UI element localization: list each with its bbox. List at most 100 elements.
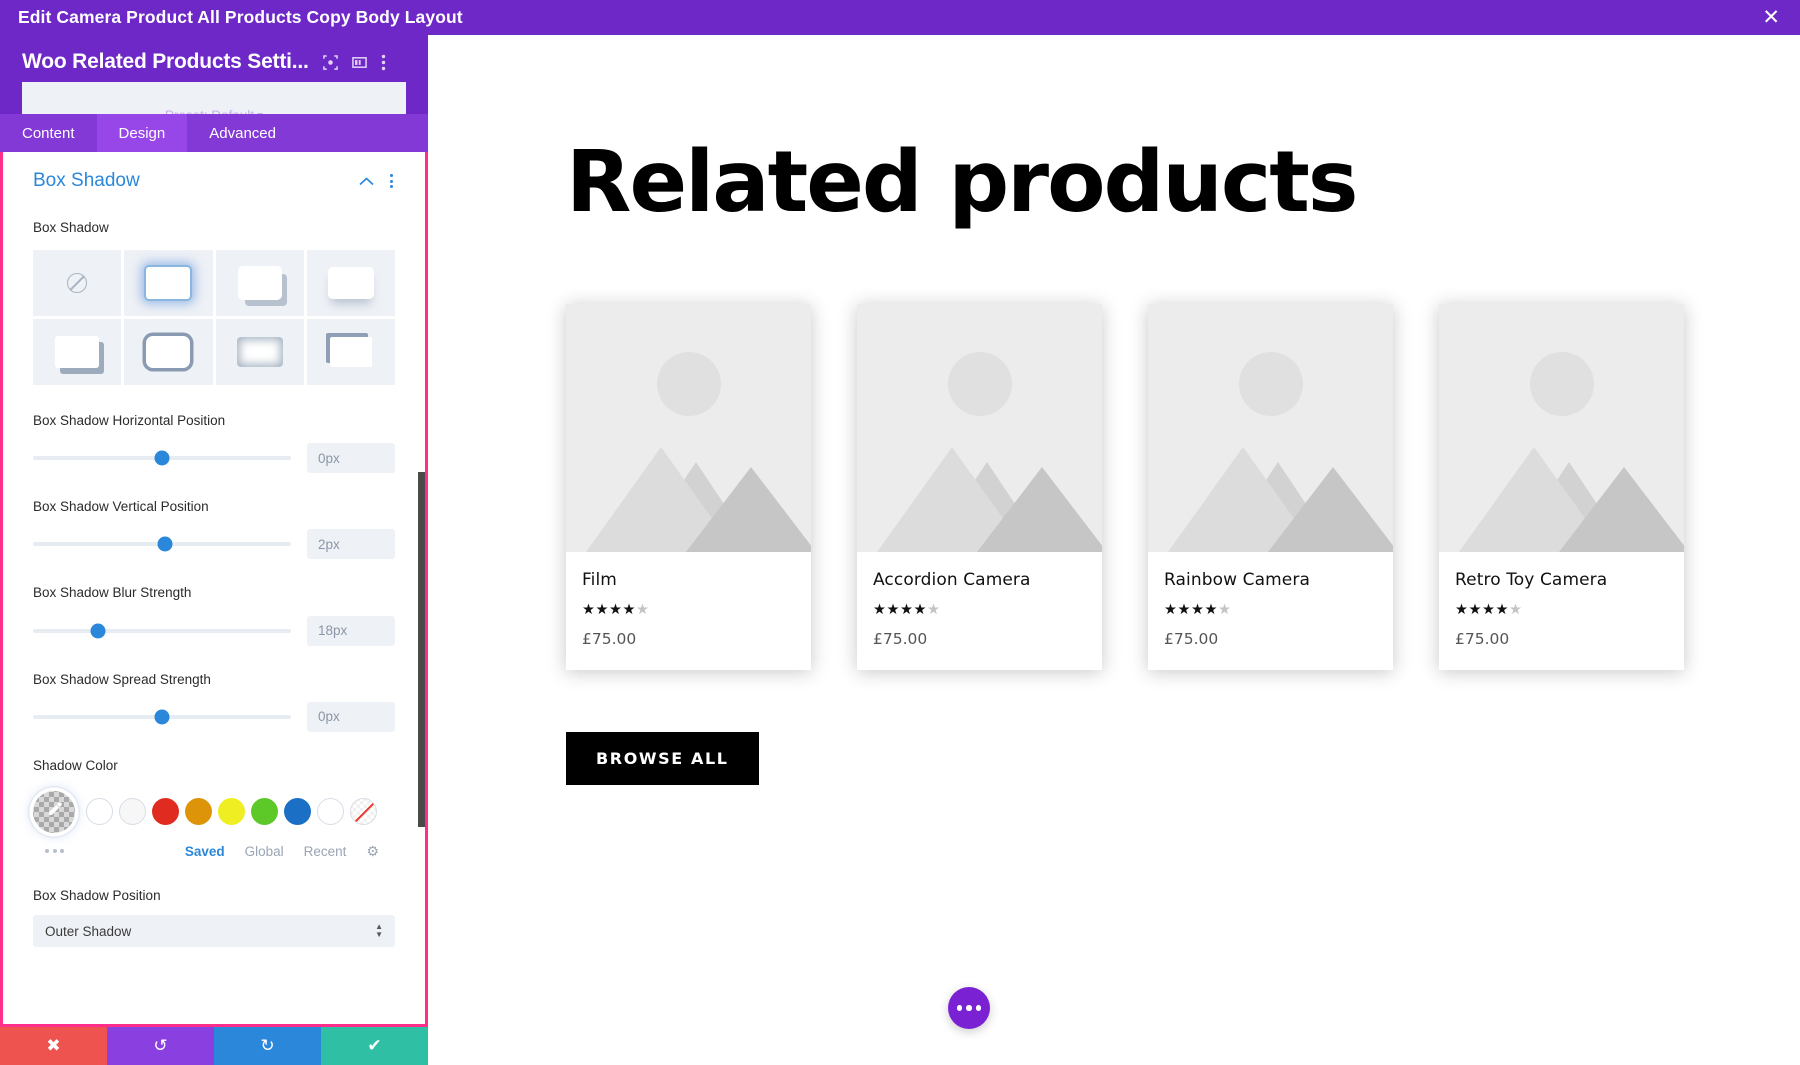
product-thumbnail [1148,304,1393,552]
floating-more-button[interactable] [948,987,990,1029]
panel-scrollbar[interactable] [418,472,425,827]
product-rating: ★★★★★ [582,602,650,618]
swatch-blue[interactable] [284,798,311,826]
product-rating: ★★★★★ [1164,602,1232,618]
slider-knob[interactable] [154,450,170,466]
tab-advanced[interactable]: Advanced [187,114,298,152]
box-shadow-preset-grid [33,250,395,386]
slider-track[interactable] [33,709,291,725]
undo-button[interactable]: ↺ [107,1027,214,1065]
preset-bottom-soft[interactable] [306,250,395,317]
slider-knob[interactable] [157,536,173,552]
page-preview: Related products Film ★★★★★ £75.00 Accor… [428,35,1800,1065]
value-horizontal-position[interactable]: 0px [307,443,395,474]
product-thumbnail [857,304,1102,552]
product-card[interactable]: Rainbow Camera ★★★★★ £75.00 [1148,304,1393,670]
preset-bottom-right-hard[interactable] [215,250,304,317]
panel-action-bar: ✖ ↺ ↻ ✔ [0,1027,428,1065]
slider-label-blur: Box Shadow Blur Strength [33,585,192,601]
swatch-none[interactable] [350,798,377,826]
slider-track[interactable] [33,450,291,466]
slider-blur-strength[interactable]: 18px [33,615,395,646]
layout-columns-icon[interactable] [351,55,367,70]
chevron-up-icon[interactable] [359,173,374,190]
select-arrows-icon: ▲ ▼ [375,922,383,940]
panel-tabs: Content Design Advanced [0,114,428,152]
product-card[interactable]: Accordion Camera ★★★★★ £75.00 [857,304,1102,670]
preset-outline-ring[interactable] [124,319,213,386]
shadow-color-swatches [33,790,395,833]
focus-icon[interactable] [322,54,338,70]
box-shadow-label: Box Shadow [33,220,109,235]
preset-top-left-edge[interactable] [306,319,395,386]
shadow-color-label: Shadow Color [33,757,118,773]
preset-offset-bottom-right[interactable] [33,319,122,386]
more-dots-icon[interactable] [45,848,64,853]
product-price: £75.00 [1455,630,1510,648]
color-tab-recent[interactable]: Recent [304,844,347,859]
panel-title: Woo Related Products Setti... [22,50,309,73]
product-card[interactable]: Film ★★★★★ £75.00 [566,304,811,670]
swatch-green[interactable] [251,798,278,826]
window-title: Edit Camera Product All Products Copy Bo… [18,7,463,27]
box-shadow-position-label: Box Shadow Position [33,887,161,903]
kebab-menu-icon[interactable] [388,172,395,190]
slider-label-vertical: Box Shadow Vertical Position [33,499,209,515]
browse-all-button[interactable]: BROWSE ALL [566,732,759,785]
product-grid: Film ★★★★★ £75.00 Accordion Camera ★★★★★… [566,304,1800,670]
redo-button[interactable]: ↻ [214,1027,321,1065]
preset-glow[interactable] [124,250,213,317]
panel-body: Box Shadow Box Shadow Box Shadow Horizon… [0,152,428,1027]
close-icon[interactable]: ✕ [1760,7,1782,28]
swatch-red[interactable] [152,798,179,826]
value-spread-strength[interactable]: 0px [307,701,395,732]
product-name: Film [582,570,617,590]
slider-spread-strength[interactable]: 0px [33,701,395,732]
eyedropper-icon [44,799,64,824]
product-price: £75.00 [873,630,928,648]
product-card[interactable]: Retro Toy Camera ★★★★★ £75.00 [1439,304,1684,670]
slider-horizontal-position[interactable]: 0px [33,443,395,474]
value-vertical-position[interactable]: 2px [307,529,395,560]
eyedropper-swatch[interactable] [33,790,75,833]
settings-panel: Woo Related Products Setti... Content De… [0,35,428,1065]
product-rating: ★★★★★ [1455,602,1523,618]
product-price: £75.00 [582,630,637,648]
settings-scroll-area: Box Shadow Box Shadow Box Shadow Horizon… [3,152,425,1024]
preset-inner-blur[interactable] [215,319,304,386]
product-name: Rainbow Camera [1164,570,1310,590]
slider-label-horizontal: Box Shadow Horizontal Position [33,413,226,429]
box-shadow-position-value: Outer Shadow [45,923,132,939]
value-blur-strength[interactable]: 18px [307,615,395,646]
product-thumbnail [1439,304,1684,552]
panel-header: Woo Related Products Setti... Content De… [0,35,428,152]
slider-knob[interactable] [90,623,105,639]
color-picker-footer: Saved Global Recent ⚙ [33,843,395,860]
save-button[interactable]: ✔ [321,1027,428,1065]
color-tab-saved[interactable]: Saved [185,844,225,859]
box-shadow-position-select[interactable]: Outer Shadow ▲ ▼ [33,915,395,948]
kebab-menu-icon[interactable] [381,54,386,71]
cancel-button[interactable]: ✖ [0,1027,107,1065]
preset-none[interactable] [33,250,122,317]
product-name: Retro Toy Camera [1455,570,1608,590]
swatch-white-3[interactable] [317,798,344,826]
page-title: Related products [566,133,1358,232]
slider-label-spread: Box Shadow Spread Strength [33,671,211,687]
swatch-white-1[interactable] [86,798,113,826]
slider-knob[interactable] [154,709,170,725]
color-tab-global[interactable]: Global [245,844,284,859]
window-title-bar: Edit Camera Product All Products Copy Bo… [0,0,1800,35]
no-shadow-icon [67,273,88,294]
swatch-yellow[interactable] [218,798,245,826]
swatch-white-2[interactable] [119,798,146,826]
box-shadow-section-header: Box Shadow [33,170,395,192]
slider-vertical-position[interactable]: 2px [33,529,395,560]
slider-track[interactable] [33,536,291,552]
tab-design[interactable]: Design [96,114,188,152]
slider-track[interactable] [33,623,291,639]
swatch-orange[interactable] [185,798,212,826]
product-thumbnail [566,304,811,552]
gear-icon[interactable]: ⚙ [366,843,379,860]
tab-content[interactable]: Content [0,114,97,152]
